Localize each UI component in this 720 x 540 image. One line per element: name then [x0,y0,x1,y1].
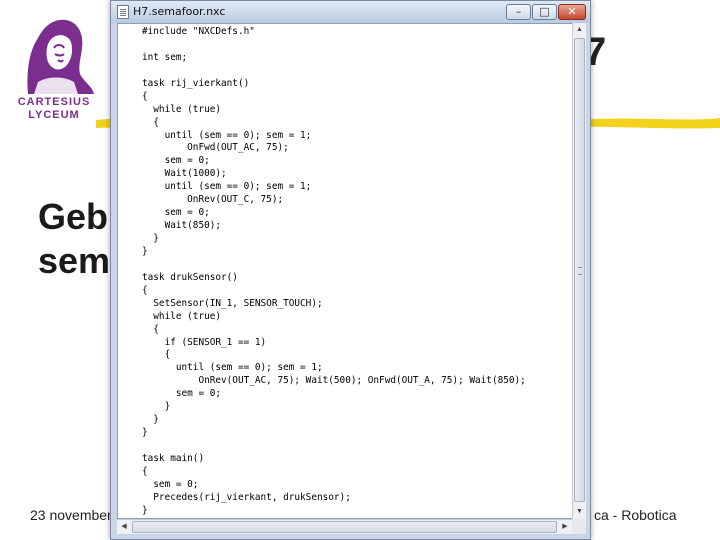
code-line: { [142,465,148,477]
close-button[interactable]: ✕ [558,4,586,20]
code-line: } [142,414,159,426]
slide-body-text-2: sem [38,240,111,281]
slide-footer-date: 23 november [30,507,112,523]
code-line: } [142,233,159,244]
code-line: Wait(1000); [142,168,227,180]
code-line: SetSensor(IN_1, SENSOR_TOUCH); [142,297,323,309]
code-line: Precedes(rij_vierkant, drukSensor); [142,491,351,503]
portrait-silhouette-icon [27,19,94,95]
code-line: sem = 0; [142,388,222,400]
code-line: { [142,116,159,128]
code-line: } [142,504,148,516]
code-line: if (SENSOR_1 == 1) [142,336,267,348]
code-line: Wait(850); [142,220,222,232]
scroll-down-arrow-icon[interactable]: ▼ [574,506,585,518]
vertical-scroll-thumb[interactable] [574,38,585,502]
slide-body-text-1: Geb [38,196,109,237]
code-editor-window: H7.semafoor.nxc – □ ✕ #include "NXCDefs.… [110,0,591,540]
code-line: { [142,349,171,361]
logo-text-cartesius: CARTESIUS [17,96,91,108]
code-line: sem = 0; [142,155,210,167]
code-line: } [142,427,148,439]
minimize-button[interactable]: – [506,4,531,20]
code-line: OnRev(OUT_AC, 75); Wait(500); OnFwd(OUT_… [142,375,526,387]
code-text-area[interactable]: #include "NXCDefs.h" int sem; task rij_vie… [117,23,578,519]
code-line: { [142,323,159,335]
cartesius-logo: CARTESIUS LYCEUM [8,8,100,126]
scroll-grip-icon [578,267,582,275]
code-line: while (true) [142,310,222,322]
code-line: sem = 0; [142,207,210,219]
code-line: sem = 0; [142,478,199,490]
code-line: OnRev(OUT_C, 75); [142,194,284,206]
code-line: OnFwd(OUT_AC, 75); [142,142,289,154]
code-line: } [142,401,171,413]
window-title: H7.semafoor.nxc [133,5,226,18]
document-icon [117,5,129,19]
window-titlebar[interactable]: H7.semafoor.nxc – □ ✕ [111,1,590,23]
logo-text-lyceum: LYCEUM [28,109,80,121]
horizontal-scroll-thumb[interactable] [132,521,557,533]
code-line: while (true) [142,103,222,115]
code-line: #include "NXCDefs.h" [142,26,255,37]
slide-footer-course: ca - Robotica [594,507,677,523]
code-line: until (sem == 0); sem = 1; [142,129,312,141]
code-line: } [142,245,148,257]
scroll-right-arrow-icon[interactable]: ▶ [559,521,571,533]
code-line: task main() [142,452,205,464]
code-line: { [142,284,148,296]
vertical-scrollbar[interactable]: ▲ ▼ [572,23,586,519]
code-line: task drukSensor() [142,271,238,283]
code-line: task rij_vierkant() [142,77,250,89]
code-listing: #include "NXCDefs.h" int sem; task rij_vie… [142,26,526,518]
scroll-up-arrow-icon[interactable]: ▲ [574,24,585,36]
code-line: until (sem == 0); sem = 1; [142,181,312,193]
code-line: until (sem == 0); sem = 1; [142,362,323,374]
scroll-left-arrow-icon[interactable]: ◀ [118,521,130,533]
code-line: { [142,90,148,102]
scrollbar-corner [572,519,586,534]
maximize-button[interactable]: □ [532,4,557,20]
code-line: int sem; [142,51,188,63]
horizontal-scrollbar[interactable]: ◀ ▶ [117,519,572,534]
